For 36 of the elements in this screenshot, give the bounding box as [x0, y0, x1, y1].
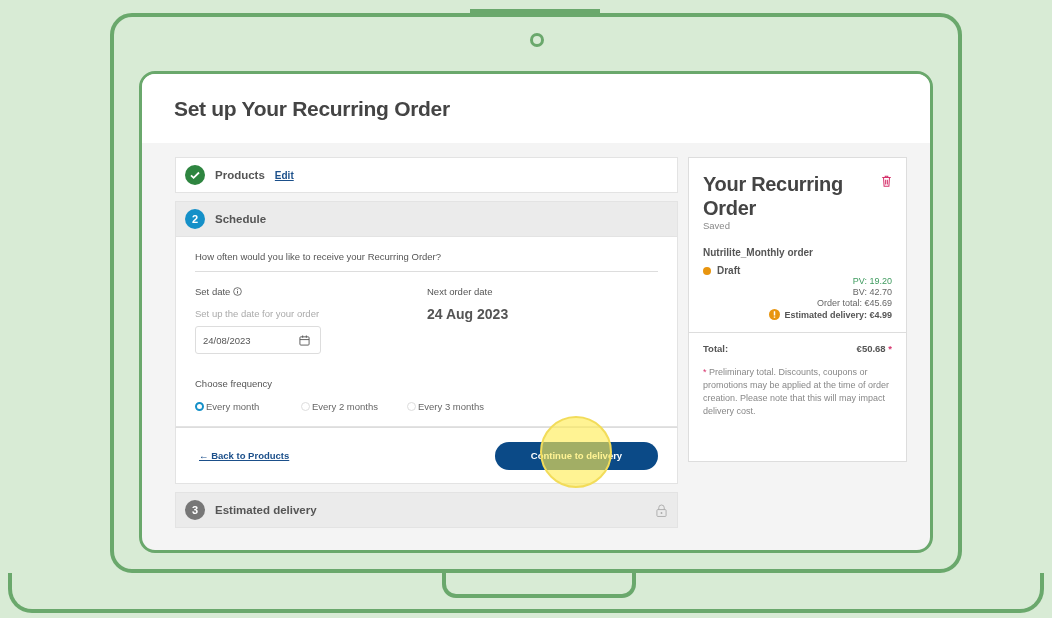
total-label: Total: [703, 343, 729, 354]
step-label: Estimated delivery [215, 504, 317, 516]
total-value: €50.68 * [856, 343, 892, 354]
status-label: Draft [717, 265, 741, 276]
next-order-date: 24 Aug 2023 [427, 306, 510, 322]
next-date-label: Next order date [427, 286, 494, 297]
back-link[interactable]: ← Back to Products [199, 450, 290, 461]
camera-icon [530, 33, 544, 47]
summary-title: Your Recurring Order [703, 172, 844, 220]
frequency-radio[interactable]: Every 2 months [301, 401, 389, 412]
page-title: Set up Your Recurring Order [174, 96, 450, 121]
bv-value: BV: 42.70 [852, 287, 892, 297]
hint-text: Set up the date for your order [195, 308, 321, 319]
set-date-label: Set date [195, 286, 231, 297]
order-total: Order total: €45.69 [816, 298, 892, 308]
step-label: Products [215, 169, 265, 181]
order-name: Nutrilite_Monthly order [703, 247, 814, 258]
info-icon [233, 287, 243, 296]
question-text: How often would you like to receive your Recurring Order? [195, 251, 658, 272]
pv-value: PV: 19.20 [852, 276, 892, 286]
delivery-cost: Estimated delivery: €4.99 [784, 309, 892, 320]
saved-status: Saved [703, 220, 731, 231]
warning-icon [769, 309, 781, 320]
lock-icon [656, 503, 667, 517]
frequency-radio[interactable]: Every month [195, 401, 283, 412]
date-field[interactable]: 24/08/2023 [195, 326, 321, 354]
frequency-label: Choose frequency [195, 378, 274, 389]
step-number: 2 [185, 209, 205, 229]
edit-link[interactable]: Edit [274, 169, 294, 181]
step-number: 3 [185, 500, 205, 520]
check-icon [185, 165, 205, 185]
calendar-icon [299, 334, 310, 346]
trash-icon[interactable] [881, 175, 892, 187]
total-note: * Preliminary total. Discounts, coupons or promotions may be applied at the time of order creation. Please note that this will may impact delivery cost. [703, 366, 891, 418]
step-label: Schedule [215, 213, 267, 225]
frequency-radio[interactable]: Every 3 months [407, 401, 495, 412]
